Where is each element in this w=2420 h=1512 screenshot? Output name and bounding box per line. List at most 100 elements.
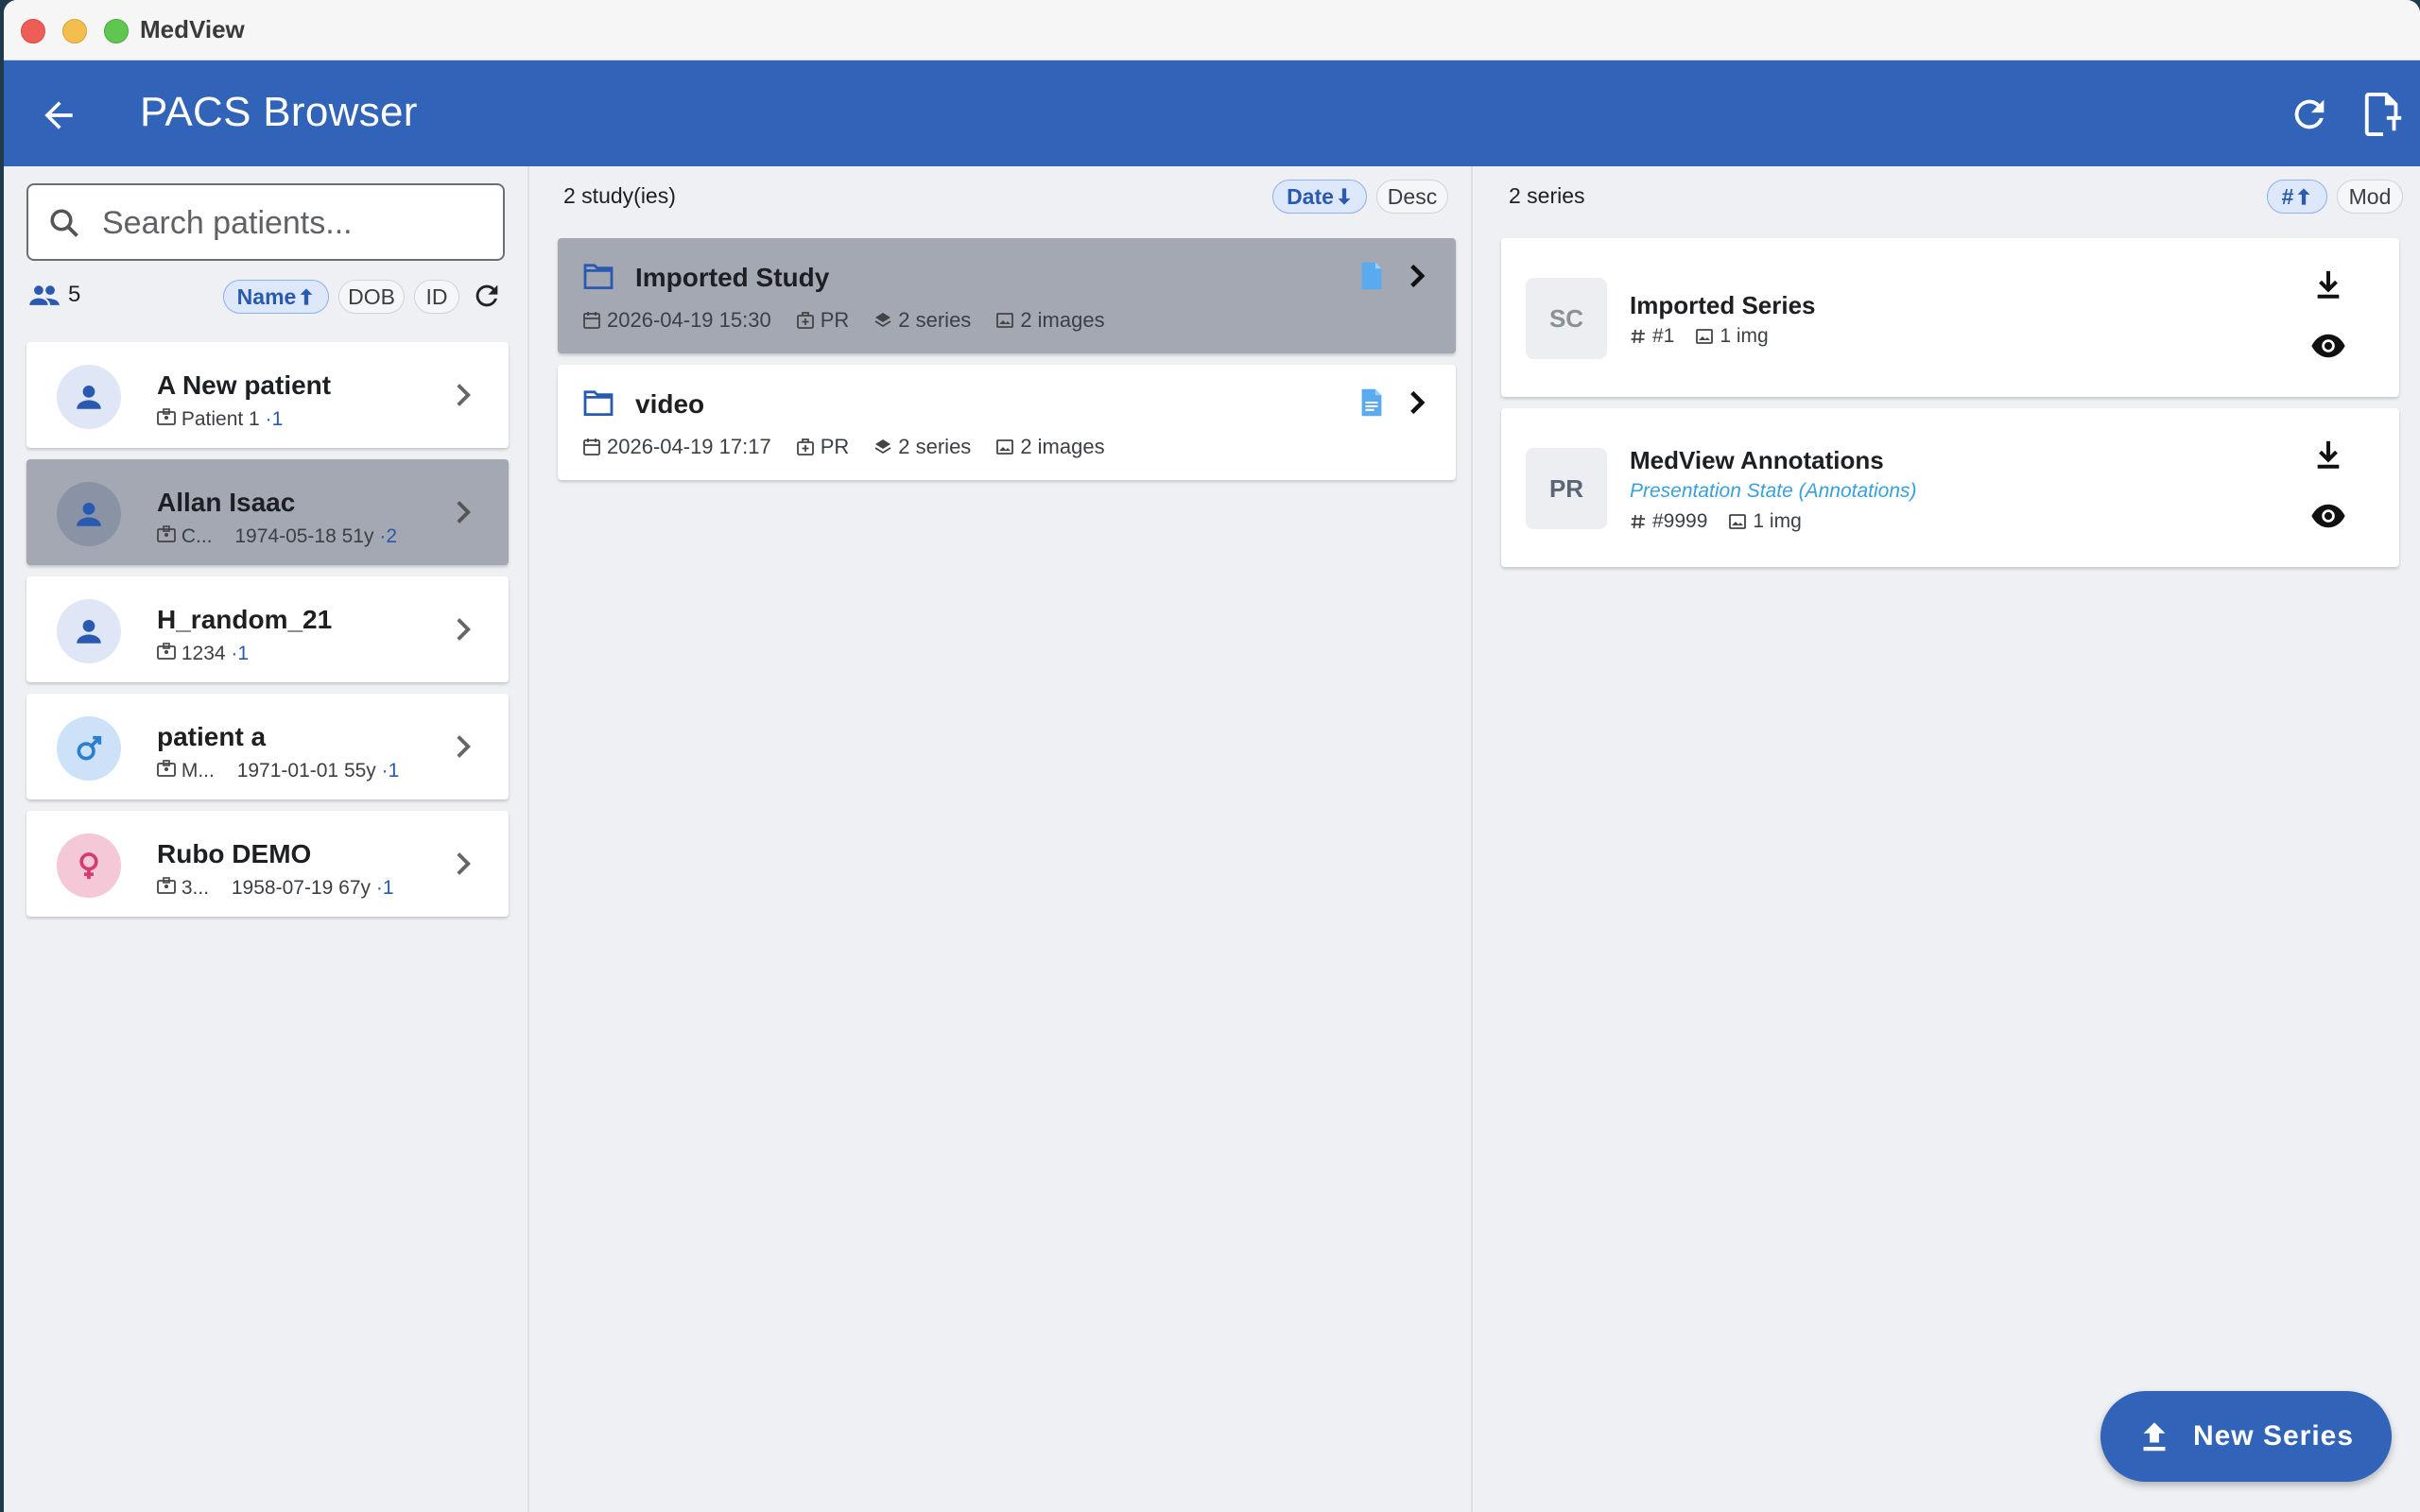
- series-modality-badge: PR: [1526, 448, 1607, 529]
- arrow-up-icon: [300, 288, 313, 305]
- study-image-count: 2 images: [1020, 308, 1105, 332]
- image-icon: [1729, 514, 1747, 529]
- study-datetime: 2026-04-19 17:17: [607, 435, 771, 458]
- series-image-count: 1 img: [1720, 325, 1769, 347]
- patient-count: 5: [68, 282, 81, 307]
- patient-card[interactable]: Allan Isaac C... 1974-05-18 51y ·2: [26, 459, 509, 565]
- sort-date-label: Date: [1287, 183, 1334, 209]
- patient-study-count: ·1: [375, 877, 394, 899]
- chevron-right-icon: [457, 618, 471, 641]
- patient-meta: 3... 1958-07-19 67y ·1: [157, 877, 394, 900]
- patient-name: Allan Isaac: [157, 488, 296, 517]
- patient-id: C...: [181, 525, 213, 547]
- patient-name: H_random_21: [157, 605, 333, 634]
- sort-by-dob-chip[interactable]: DOB: [338, 280, 405, 314]
- new-series-button[interactable]: New Series: [2100, 1391, 2392, 1482]
- zoom-window-button[interactable]: [104, 19, 129, 43]
- patient-meta: 1234 ·1: [157, 643, 249, 665]
- minimize-window-button[interactable]: [62, 19, 87, 43]
- chevron-right-icon: [457, 384, 471, 406]
- report-document-icon[interactable]: [1359, 387, 1384, 418]
- patient-age: 55y: [343, 760, 376, 782]
- study-image-count: 2 images: [1020, 435, 1105, 458]
- series-number: #9999: [1652, 510, 1708, 532]
- view-eye-icon[interactable]: [2310, 503, 2346, 529]
- patient-dob: 1971-01-01: [236, 760, 339, 782]
- patient-avatar: [57, 599, 121, 663]
- arrow-down-icon: [1338, 188, 1351, 205]
- search-input[interactable]: [102, 200, 480, 246]
- id-badge-icon: [157, 643, 176, 660]
- patient-card[interactable]: H_random_21 1234 ·1: [26, 576, 509, 682]
- study-card[interactable]: video 2026-04-19 17:17 PR 2 series 2 ima…: [558, 365, 1456, 480]
- sort-by-desc-chip[interactable]: Desc: [1376, 180, 1448, 214]
- patient-id: Patient 1: [181, 408, 260, 430]
- patient-name: A New patient: [157, 370, 332, 400]
- series-panel: 2 series # Mod SC Imported Series #1 1 i…: [1475, 166, 2420, 1512]
- chevron-right-icon: [457, 735, 471, 758]
- series-meta: #9999 1 img: [1630, 510, 1823, 533]
- male-icon: [77, 735, 102, 761]
- chevron-right-icon[interactable]: [1407, 389, 1427, 416]
- chevron-right-icon: [457, 852, 471, 875]
- patient-card[interactable]: A New patient Patient 1 ·1: [26, 342, 509, 448]
- import-document-icon[interactable]: [2361, 91, 2405, 138]
- back-arrow-icon[interactable]: [38, 94, 79, 136]
- medical-bag-icon: [796, 438, 814, 455]
- arrow-up-icon: [2297, 188, 2310, 205]
- patient-card[interactable]: Rubo DEMO 3... 1958-07-19 67y ·1: [26, 811, 509, 917]
- chevron-right-icon[interactable]: [1407, 263, 1427, 289]
- study-sort-chips: Date Desc: [1272, 180, 1452, 214]
- download-icon[interactable]: [2314, 268, 2342, 301]
- layers-icon: [874, 313, 891, 328]
- patient-id: M...: [181, 760, 215, 782]
- series-card[interactable]: PR MedView Annotations Presentation Stat…: [1501, 408, 2399, 567]
- patient-name: Rubo DEMO: [157, 839, 312, 868]
- study-modality: PR: [820, 435, 850, 458]
- report-document-icon[interactable]: [1359, 261, 1384, 291]
- sort-by-modality-chip[interactable]: Mod: [2337, 180, 2403, 214]
- study-count: 2 study(ies): [563, 183, 676, 208]
- sort-by-id-chip[interactable]: ID: [414, 280, 459, 314]
- reload-patients-icon[interactable]: [471, 280, 503, 312]
- sort-by-name-chip[interactable]: Name: [223, 280, 329, 314]
- study-card[interactable]: Imported Study 2026-04-19 15:30 PR 2 ser…: [558, 238, 1456, 353]
- series-sort-chips: # Mod: [2267, 180, 2405, 214]
- study-title: Imported Study: [635, 263, 830, 292]
- sort-name-label: Name: [236, 284, 297, 309]
- person-icon: [77, 502, 101, 526]
- app-bar: PACS Browser: [4, 60, 2420, 166]
- close-window-button[interactable]: [21, 19, 45, 43]
- study-meta: 2026-04-19 15:30 PR 2 series 2 images: [582, 308, 1130, 333]
- patient-age: 67y: [338, 877, 371, 899]
- study-title: video: [635, 389, 705, 419]
- patient-study-count: ·1: [265, 408, 284, 430]
- refresh-icon[interactable]: [2288, 93, 2331, 136]
- hash-icon: [1631, 514, 1645, 529]
- id-badge-icon: [157, 525, 176, 542]
- download-icon[interactable]: [2314, 438, 2342, 471]
- patient-avatar: [57, 482, 121, 546]
- series-subtitle: Presentation State (Annotations): [1630, 480, 1917, 502]
- series-card[interactable]: SC Imported Series #1 1 img: [1501, 238, 2399, 397]
- series-modality-badge: SC: [1526, 278, 1607, 359]
- series-title: Imported Series: [1630, 291, 1816, 319]
- id-badge-icon: [157, 408, 176, 425]
- studies-panel: 2 study(ies) Date Desc Imported Study 20…: [529, 166, 1473, 1512]
- series-meta: #1 1 img: [1630, 325, 1789, 348]
- patient-meta: C... 1974-05-18 51y ·2: [157, 525, 397, 548]
- patients-panel: 5 Name DOB ID A New patient Patient 1 ·1: [4, 166, 529, 1512]
- search-icon: [50, 209, 78, 237]
- calendar-icon: [583, 312, 600, 329]
- sort-by-number-chip[interactable]: #: [2267, 180, 2327, 214]
- image-icon: [1696, 329, 1714, 344]
- patient-age: 51y: [341, 525, 374, 547]
- person-icon: [77, 385, 101, 409]
- sort-by-date-chip[interactable]: Date: [1272, 180, 1367, 214]
- view-eye-icon[interactable]: [2310, 333, 2346, 359]
- study-datetime: 2026-04-19 15:30: [607, 308, 771, 332]
- patient-search-box[interactable]: [26, 183, 505, 261]
- person-icon: [77, 619, 101, 644]
- patient-card[interactable]: patient a M... 1971-01-01 55y ·1: [26, 694, 509, 799]
- patient-dob: 1974-05-18: [234, 525, 337, 547]
